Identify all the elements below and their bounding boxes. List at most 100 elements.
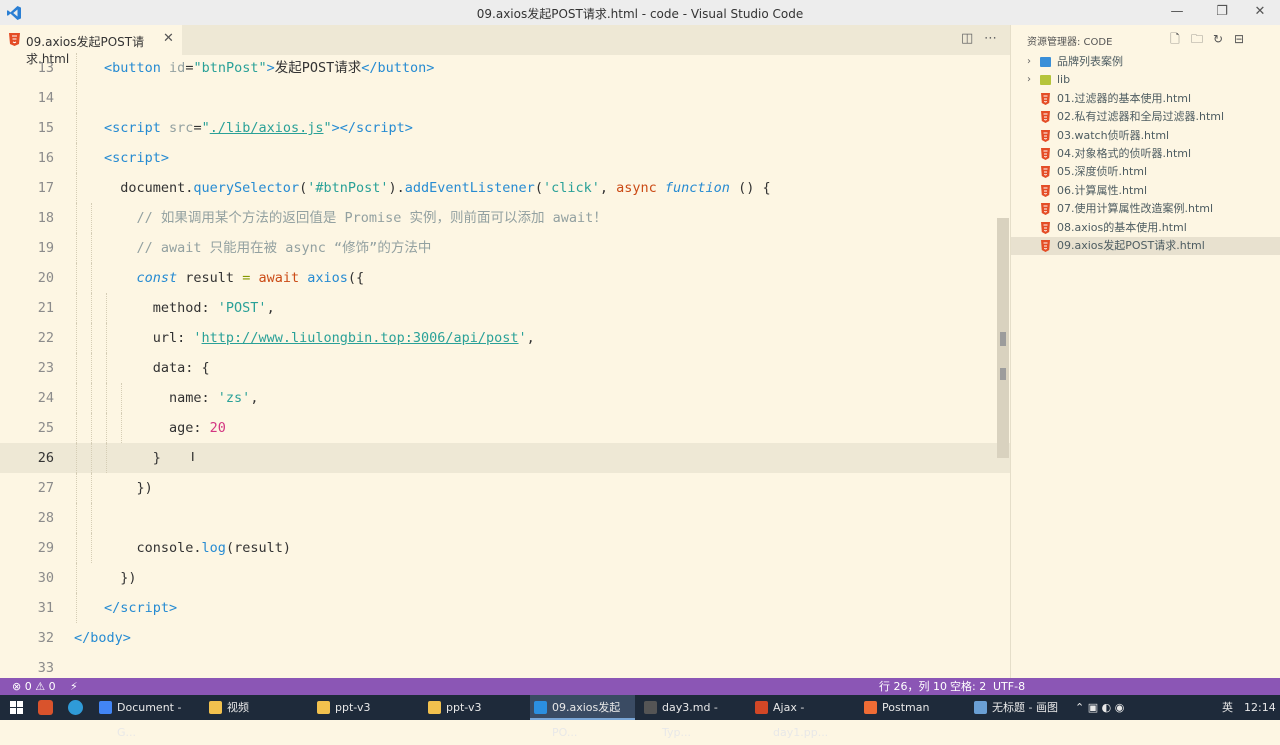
taskbar-app[interactable]: Postman (860, 695, 960, 720)
code-text[interactable]: <script> (104, 143, 169, 173)
line-number: 23 (37, 360, 54, 376)
taskbar-app[interactable]: 无标题 - 画图 (970, 695, 1065, 720)
code-line[interactable]: 30 }) (0, 563, 1010, 593)
code-text[interactable]: }) (104, 563, 136, 593)
window-title: 09.axios发起POST请求.html - code - Visual St… (476, 7, 804, 21)
taskbar-app[interactable]: 09.axios发起PO... (530, 695, 635, 739)
code-text[interactable]: // await 只能用在被 async “修饰”的方法中 (104, 233, 432, 263)
restore-icon[interactable]: ❐ (1212, 3, 1232, 21)
code-text[interactable]: const result = await axios({ (104, 263, 365, 293)
indent-guide (91, 293, 92, 323)
explorer-file[interactable]: 08.axios的基本使用.html (1011, 219, 1280, 237)
code-text[interactable]: </body> (74, 623, 131, 653)
explorer-file[interactable]: 02.私有过滤器和全局过滤器.html (1011, 108, 1280, 126)
text-cursor-icon: I (191, 450, 195, 464)
code-line[interactable]: 18 // 如果调用某个方法的返回值是 Promise 实例，则前面可以添加 a… (0, 203, 1010, 233)
problems-indicator[interactable]: ⊗ 0 ⚠ 0 (12, 678, 56, 695)
code-text[interactable]: // 如果调用某个方法的返回值是 Promise 实例，则前面可以添加 awai… (104, 203, 607, 233)
explorer-file[interactable]: 01.过滤器的基本使用.html (1011, 90, 1280, 108)
cursor-position[interactable]: 行 26，列 10 (879, 678, 947, 695)
code-line[interactable]: 17 document.querySelector('#btnPost').ad… (0, 173, 1010, 203)
code-line[interactable]: 13 <button id="btnPost">发起POST请求</button> (0, 53, 1010, 83)
chevron-right-icon[interactable]: › (1027, 71, 1031, 89)
new-file-icon[interactable]: 🗋 (1168, 32, 1182, 46)
more-actions-icon[interactable]: ⋯ (984, 31, 997, 46)
code-text[interactable]: data: { (104, 353, 210, 383)
explorer-item-label: lib (1057, 73, 1071, 87)
explorer-file[interactable]: 07.使用计算属性改造案例.html (1011, 200, 1280, 218)
explorer-folder[interactable]: › lib (1011, 71, 1280, 89)
code-line[interactable]: 21 method: 'POST', (0, 293, 1010, 323)
explorer-file[interactable]: 03.watch侦听器.html (1011, 127, 1280, 145)
refresh-icon[interactable]: ↻ (1211, 32, 1225, 46)
lightning-icon[interactable]: ⚡ (70, 678, 78, 695)
collapse-all-icon[interactable]: ⊟ (1232, 32, 1246, 46)
chevron-right-icon[interactable]: › (1027, 53, 1031, 71)
explorer-file[interactable]: 04.对象格式的侦听器.html (1011, 145, 1280, 163)
indentation[interactable]: 空格: 2 (950, 678, 986, 695)
code-line[interactable]: 15 <script src="./lib/axios.js"></script> (0, 113, 1010, 143)
code-line[interactable]: 28 (0, 503, 1010, 533)
taskbar-app[interactable]: Ajax - day1.pp... (751, 695, 856, 739)
code-text[interactable]: age: 20 (104, 413, 226, 443)
code-line[interactable]: 25 age: 20 (0, 413, 1010, 443)
code-text[interactable]: <button id="btnPost">发起POST请求</button> (104, 53, 434, 83)
code-line[interactable]: 14 (0, 83, 1010, 113)
code-line[interactable]: 33 (0, 653, 1010, 678)
taskbar-app-icon[interactable] (38, 700, 53, 715)
minimize-icon[interactable]: — (1167, 3, 1187, 21)
code-text[interactable]: url: 'http://www.liulongbin.top:3006/api… (104, 323, 535, 353)
code-text[interactable]: console.log(result) (104, 533, 291, 563)
clock[interactable]: 12:14 (1244, 695, 1276, 720)
indent-guide (76, 263, 77, 293)
code-line[interactable]: 32 </body> (0, 623, 1010, 653)
code-text[interactable]: </script> (104, 593, 177, 623)
explorer-file[interactable]: 09.axios发起POST请求.html (1011, 237, 1280, 255)
taskbar-app-label: day3.md - Typ... (662, 701, 718, 739)
explorer-item-label: 06.计算属性.html (1057, 183, 1148, 197)
close-window-icon[interactable]: ✕ (1250, 3, 1270, 21)
taskbar-app[interactable]: Document - G... (95, 695, 195, 739)
indent-guide (76, 323, 77, 353)
code-text[interactable]: name: 'zs', (104, 383, 258, 413)
code-line[interactable]: 29 console.log(result) (0, 533, 1010, 563)
new-folder-icon[interactable]: 🗀 (1190, 32, 1204, 46)
indent-guide (76, 383, 77, 413)
code-line[interactable]: 19 // await 只能用在被 async “修饰”的方法中 (0, 233, 1010, 263)
taskbar-app[interactable]: ppt-v3 (313, 695, 413, 720)
code-text[interactable]: document.querySelector('#btnPost').addEv… (104, 173, 770, 203)
taskbar-app-label: Ajax - day1.pp... (773, 701, 829, 739)
line-number: 20 (37, 270, 54, 286)
code-line[interactable]: 20 const result = await axios({ (0, 263, 1010, 293)
taskbar-app[interactable]: 视频 (205, 695, 305, 720)
explorer-file[interactable]: 06.计算属性.html (1011, 182, 1280, 200)
code-line[interactable]: 27 }) (0, 473, 1010, 503)
explorer-file[interactable]: 05.深度侦听.html (1011, 163, 1280, 181)
explorer-folder[interactable]: › 品牌列表案例 (1011, 53, 1280, 71)
editor-pane[interactable]: 09.axios发起POST请求.html ✕ ◫ ⋯ 13 <button id… (0, 25, 1010, 678)
input-language[interactable]: 英 (1222, 695, 1233, 720)
line-number: 17 (37, 180, 54, 196)
code-line[interactable]: 26 } (0, 443, 1010, 473)
code-text[interactable]: method: 'POST', (104, 293, 275, 323)
indent-guide (91, 443, 92, 473)
code-text[interactable]: } (104, 443, 161, 473)
tray-icons[interactable]: ⌃ ▣ ◐ ◉ (1075, 695, 1124, 720)
html5-file-icon (1041, 166, 1050, 179)
edge-icon[interactable] (68, 700, 83, 715)
code-text[interactable]: <script src="./lib/axios.js"></script> (104, 113, 413, 143)
taskbar-app[interactable]: day3.md - Typ... (640, 695, 745, 739)
code-line[interactable]: 23 data: { (0, 353, 1010, 383)
windows-start-icon[interactable] (10, 701, 23, 714)
code-line[interactable]: 16 <script> (0, 143, 1010, 173)
code-line[interactable]: 22 url: 'http://www.liulongbin.top:3006/… (0, 323, 1010, 353)
tab-bar: 09.axios发起POST请求.html ✕ ◫ ⋯ (0, 25, 1010, 66)
code-text[interactable]: }) (104, 473, 153, 503)
encoding[interactable]: UTF-8 (993, 678, 1025, 695)
tab-close-icon[interactable]: ✕ (163, 31, 174, 46)
taskbar-app[interactable]: ppt-v3 (424, 695, 524, 720)
split-editor-icon[interactable]: ◫ (961, 31, 973, 46)
code-line[interactable]: 31 </script> (0, 593, 1010, 623)
tab-active-file[interactable]: 09.axios发起POST请求.html ✕ (0, 25, 182, 66)
code-line[interactable]: 24 name: 'zs', (0, 383, 1010, 413)
